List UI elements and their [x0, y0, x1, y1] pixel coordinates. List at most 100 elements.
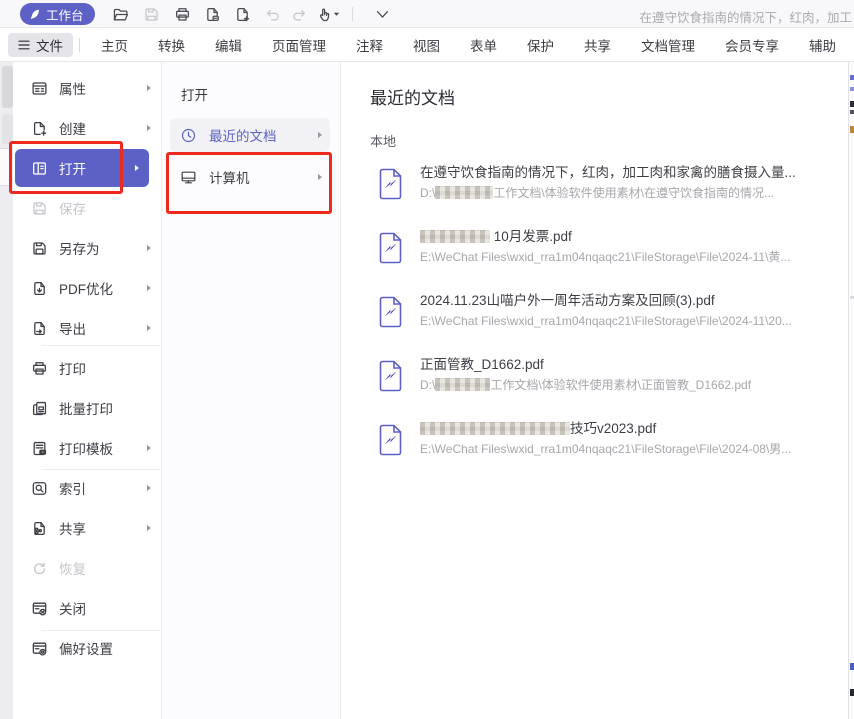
- file-menu-item-preferences[interactable]: 偏好设置: [13, 628, 161, 668]
- underlying-right-sliver: [848, 62, 854, 719]
- document-title: 技巧v2023.pdf: [420, 420, 791, 438]
- submenu-arrow-icon: [147, 245, 151, 251]
- submenu-arrow-icon: [318, 132, 322, 138]
- menu-divider: [42, 345, 160, 346]
- create-icon: [33, 121, 47, 136]
- underlying-content-fragment: [850, 101, 854, 107]
- menu-tab-home[interactable]: 主页: [86, 35, 143, 55]
- file-menu-item-batch-print[interactable]: 批量打印: [13, 388, 161, 428]
- recent-documents-heading: 最近的文档: [370, 89, 455, 108]
- doc-optimize-button[interactable]: [202, 4, 222, 24]
- underlying-content-fragment: [850, 75, 854, 80]
- file-menu-item-save-as[interactable]: 另存为: [13, 228, 161, 268]
- document-path: D:\ 工作文档\体验软件使用素材\在遵守饮食指南的情况...: [420, 186, 775, 200]
- menu-tab-edit[interactable]: 编辑: [200, 35, 257, 55]
- restore-icon: [34, 562, 46, 574]
- underlying-content-fragment: [850, 296, 854, 299]
- collapse-toolbar-button[interactable]: [372, 4, 392, 24]
- pdf-file-icon: [379, 424, 402, 456]
- export-icon: [34, 321, 45, 335]
- hand-tool-button[interactable]: [314, 4, 342, 24]
- file-menu-item-share[interactable]: 共享: [13, 508, 161, 548]
- pdf-file-icon: [379, 360, 402, 392]
- local-section-label: 本地: [370, 134, 397, 149]
- document-row[interactable]: 技巧v2023.pdf E:\WeChat Files\wxid_rra1m04…: [370, 414, 838, 470]
- open-submenu-panel: 打开 最近的文档 计算机: [162, 62, 341, 719]
- underlying-content-fragment: [850, 126, 854, 133]
- file-menu-item-index[interactable]: 索引: [13, 468, 161, 508]
- clock-icon: [181, 128, 196, 142]
- document-path: E:\WeChat Files\wxid_rra1m04nqaqc21\File…: [420, 250, 791, 264]
- file-menu-item-pdf-optimize[interactable]: PDF优化: [13, 268, 161, 308]
- pdf-app-window: 工作台 在遵守饮食指南的情况下，红肉，加工 文件 主页 转换 编辑 页面管理 注…: [0, 0, 854, 719]
- open-panel-title: 打开: [181, 88, 208, 103]
- menu-tab-doc-management[interactable]: 文档管理: [626, 35, 710, 55]
- redacted-blur: [435, 186, 494, 199]
- underlying-content-fragment: [850, 87, 854, 91]
- file-menu-item-export[interactable]: 导出: [13, 308, 161, 348]
- menu-tab-member[interactable]: 会员专享: [710, 35, 794, 55]
- hamburger-icon: [18, 40, 30, 49]
- menu-tab-share[interactable]: 共享: [569, 35, 626, 55]
- menu-tab-form[interactable]: 表单: [455, 35, 512, 55]
- submenu-arrow-icon: [147, 525, 151, 531]
- submenu-arrow-icon: [147, 125, 151, 131]
- redo-button: [289, 4, 309, 24]
- menu-tab-view[interactable]: 视图: [398, 35, 455, 55]
- file-menu-item-print-template[interactable]: 打印模板: [13, 428, 161, 468]
- open-icon: [33, 161, 46, 175]
- workbench-label: 工作台: [46, 8, 84, 23]
- share-icon: [34, 521, 45, 535]
- underlying-thumbnail: [2, 66, 13, 108]
- print-icon: [33, 361, 46, 375]
- save-as-icon: [33, 241, 46, 255]
- print-template-icon: [33, 441, 47, 455]
- batch-print-icon: [33, 401, 47, 415]
- document-row[interactable]: 10月发票.pdf E:\WeChat Files\wxid_rra1m04nq…: [370, 222, 838, 278]
- submenu-arrow-icon: [147, 325, 151, 331]
- menu-tab-file[interactable]: 文件: [8, 32, 73, 57]
- document-title: 正面管教_D1662.pdf: [420, 357, 544, 372]
- menu-tab-protect[interactable]: 保护: [512, 35, 569, 55]
- print-button[interactable]: [172, 4, 192, 24]
- document-title: 10月发票.pdf: [420, 228, 790, 246]
- toolbar-divider: [352, 7, 353, 21]
- file-menu-item-create[interactable]: 创建: [13, 108, 161, 148]
- file-menu-item-print[interactable]: 打印: [13, 348, 161, 388]
- document-row[interactable]: 正面管教_D1662.pdf D:\ 工作文档\体验软件使用素材\正面管教_D16…: [370, 350, 838, 406]
- file-menu-item-properties[interactable]: 属性: [13, 68, 161, 108]
- redacted-blur: [435, 378, 491, 391]
- submenu-arrow-icon: [135, 165, 139, 171]
- submenu-arrow-icon: [147, 85, 151, 91]
- close-doc-icon: [32, 602, 47, 616]
- computer-icon: [181, 171, 196, 183]
- pdf-optimize-icon: [34, 281, 45, 295]
- open-item-computer[interactable]: 计算机: [170, 160, 330, 194]
- menu-tab-assist[interactable]: 辅助: [794, 35, 851, 55]
- underlying-thumbnail: [2, 114, 13, 144]
- menu-tab-page-management[interactable]: 页面管理: [257, 35, 341, 55]
- file-menu-item-restore: 恢复: [13, 548, 161, 588]
- quill-icon: [28, 8, 41, 21]
- underlying-content-fragment: [850, 663, 854, 670]
- submenu-arrow-icon: [318, 174, 322, 180]
- properties-icon: [32, 81, 47, 95]
- document-title: 在遵守饮食指南的情况下，红肉，加工肉和家禽的膳食摄入量...: [420, 165, 796, 180]
- document-row[interactable]: 2024.11.23山喵户外一周年活动方案及回顾(3).pdf E:\WeCha…: [370, 286, 838, 342]
- menu-tab-convert[interactable]: 转换: [143, 35, 200, 55]
- open-item-recent-documents[interactable]: 最近的文档: [170, 118, 330, 152]
- document-path: E:\WeChat Files\wxid_rra1m04nqaqc21\File…: [420, 442, 792, 456]
- file-menu-item-close[interactable]: 关闭: [13, 588, 161, 628]
- dropdown-caret-icon: [333, 12, 340, 16]
- new-doc-button[interactable]: [232, 4, 252, 24]
- save-icon: [33, 201, 46, 215]
- submenu-arrow-icon: [147, 285, 151, 291]
- document-row[interactable]: 在遵守饮食指南的情况下，红肉，加工肉和家禽的膳食摄入量... D:\ 工作文档\体…: [370, 158, 838, 214]
- open-folder-button[interactable]: [110, 4, 130, 24]
- titlebar: 工作台 在遵守饮食指南的情况下，红肉，加工: [0, 0, 854, 28]
- file-menu-item-open[interactable]: 打开: [15, 149, 149, 187]
- workbench-button[interactable]: 工作台: [20, 3, 95, 25]
- redacted-blur: [420, 230, 490, 243]
- menu-tab-comment[interactable]: 注释: [341, 35, 398, 55]
- save-button: [141, 4, 161, 24]
